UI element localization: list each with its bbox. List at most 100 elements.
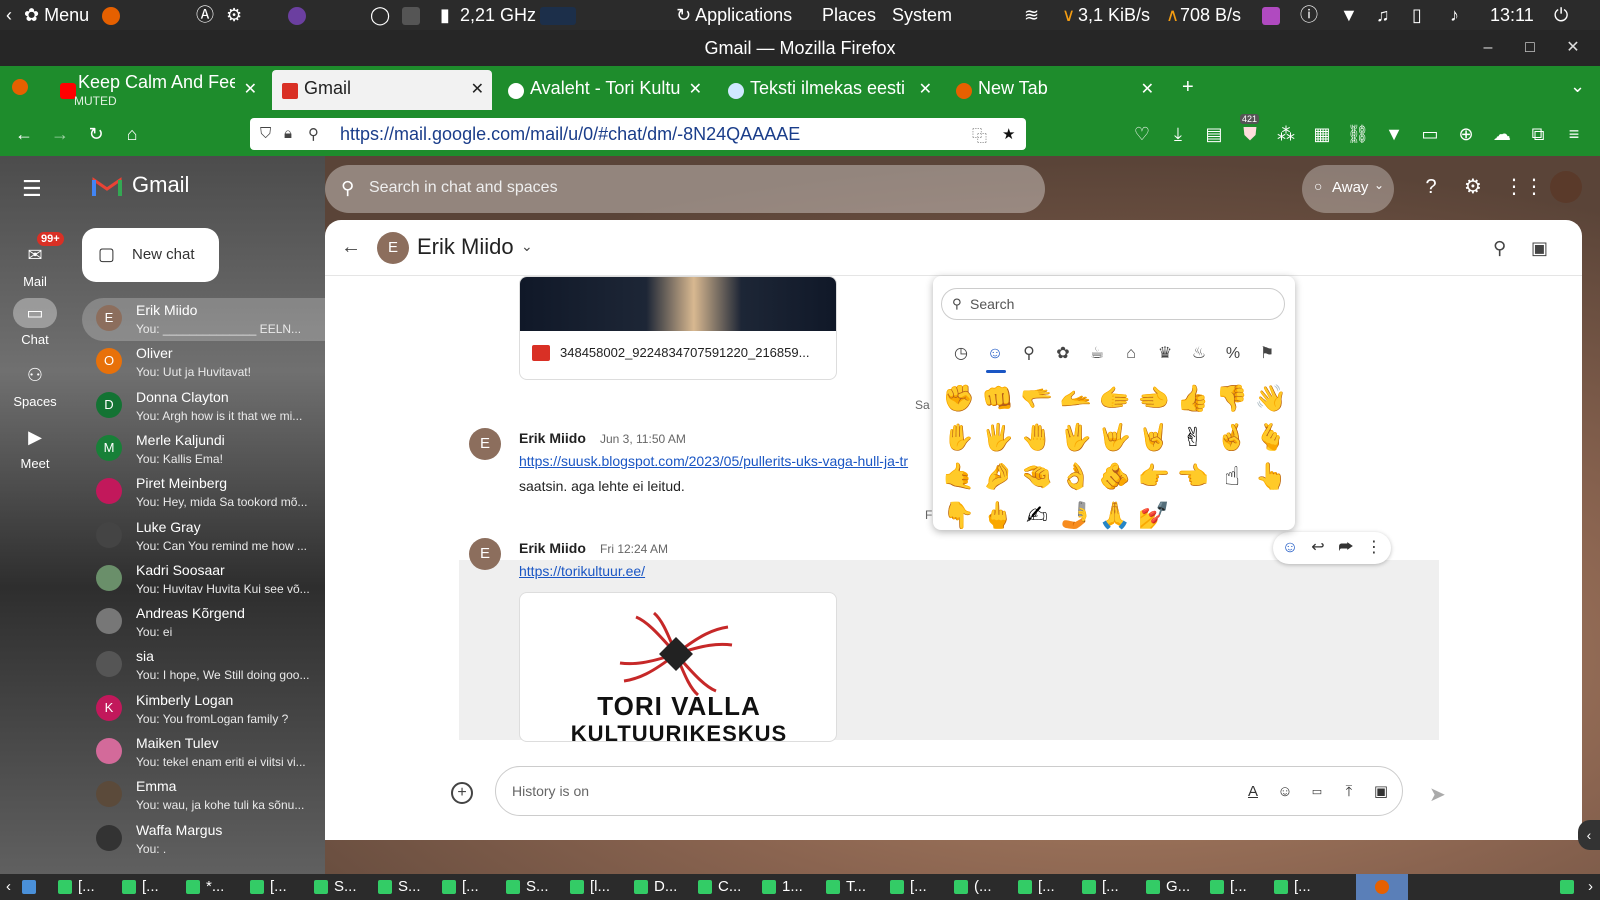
emoji-icon[interactable]: ☺: [1274, 781, 1296, 803]
calendar-icon[interactable]: ▦: [1310, 122, 1334, 146]
translate-icon[interactable]: ⿻: [972, 125, 987, 146]
conversation-item[interactable]: Waffa Margus You: .: [82, 818, 326, 861]
tab-gmail[interactable]: Gmail ✕: [272, 70, 492, 110]
new-tab-plus-icon[interactable]: +: [1182, 76, 1194, 99]
taskbar-window-item[interactable]: (...: [954, 874, 992, 900]
list-tabs-chevron-icon[interactable]: ⌄: [1570, 76, 1585, 97]
emoji-option[interactable]: 👆: [1253, 458, 1289, 494]
taskbar-window-item[interactable]: S...: [378, 874, 421, 900]
emoji-option[interactable]: ✍: [1019, 497, 1055, 533]
emoji-option[interactable]: 🫴: [1058, 380, 1094, 416]
taskbar-window-item[interactable]: [...: [1274, 874, 1311, 900]
back-arrow-icon[interactable]: ←: [12, 122, 36, 146]
conversation-item[interactable]: Kadri Soosaar You: Huvitav Huvita Kui see…: [82, 558, 326, 601]
close-tab-icon[interactable]: ✕: [689, 79, 702, 99]
conversation-item[interactable]: Maiken Tulev You: tekel enam eriti ei vii…: [82, 731, 326, 774]
side-panel-toggle-icon[interactable]: ‹: [1578, 820, 1600, 850]
person-icon[interactable]: ⚲: [1017, 342, 1041, 366]
emoji-option[interactable]: 👊: [980, 380, 1016, 416]
network-icon[interactable]: ▼: [1340, 0, 1358, 30]
taskbar-window-item[interactable]: [...: [890, 874, 927, 900]
taskbar-window-item[interactable]: [...: [250, 874, 287, 900]
taskbar-window-item[interactable]: 1...: [762, 874, 803, 900]
conversation-item[interactable]: M Merle Kaljundi You: Kallis Ema!: [82, 428, 326, 471]
contact-name[interactable]: Erik Miido: [417, 234, 514, 260]
conversation-item[interactable]: D Donna Clayton You: Argh how is it that w…: [82, 385, 326, 428]
show-desktop-icon[interactable]: [22, 874, 42, 900]
notification-bell-icon[interactable]: ♫: [1376, 0, 1390, 30]
battery-icon[interactable]: ▯: [1412, 0, 1422, 30]
upload-icon[interactable]: ⤒: [1338, 781, 1360, 803]
flag-icon[interactable]: ⚑: [1255, 342, 1279, 366]
terminal-icon[interactable]: [402, 0, 420, 30]
taskbar-firefox-active[interactable]: [1356, 874, 1408, 900]
pocket-icon[interactable]: ♡: [1130, 122, 1154, 146]
maximize-icon[interactable]: □: [1520, 38, 1540, 58]
apps-grid-icon[interactable]: ⋮⋮: [1504, 174, 1544, 200]
settings-gear-icon[interactable]: ⚙: [1460, 174, 1486, 200]
rail-spaces[interactable]: ⚇ Spaces: [5, 360, 65, 409]
link-preview-card[interactable]: TORI VALLA KULTUURIKESKUS: [519, 592, 837, 742]
search-icon[interactable]: ⚲: [1493, 238, 1506, 259]
emoji-option[interactable]: 🤙: [941, 458, 977, 494]
emoji-option[interactable]: ☝: [1214, 458, 1250, 494]
app-menu-icon[interactable]: ≡: [1562, 122, 1586, 146]
cloud-icon[interactable]: ☁: [1490, 122, 1514, 146]
emoji-option[interactable]: 🖖: [1058, 419, 1094, 455]
firefox-launcher-icon[interactable]: [102, 0, 120, 30]
close-tab-icon[interactable]: ✕: [1141, 79, 1154, 99]
add-attachment-icon[interactable]: +: [451, 782, 473, 804]
emoji-option[interactable]: 💅: [1136, 497, 1172, 533]
food-icon[interactable]: ☕: [1085, 342, 1109, 366]
close-window-icon[interactable]: ✕: [1563, 38, 1583, 58]
info-icon[interactable]: ⓘ: [1300, 0, 1318, 30]
taskbar-window-item[interactable]: S...: [314, 874, 357, 900]
taskbar-window-item[interactable]: *...: [186, 874, 224, 900]
message-avatar[interactable]: E: [469, 428, 501, 460]
rail-chat[interactable]: ▭ Chat: [5, 298, 65, 347]
home-icon[interactable]: ⌂: [120, 122, 144, 146]
taskbar-window-item[interactable]: [l...: [570, 874, 610, 900]
lock-icon[interactable]: 🔒︎: [284, 125, 292, 142]
message-link[interactable]: https://torikultuur.ee/: [519, 563, 645, 579]
video-attachment-card[interactable]: 348458002_9224834707591220_216859...: [519, 276, 837, 380]
filter-icon[interactable]: ▼: [1382, 122, 1406, 146]
chevron-down-icon[interactable]: ⌄: [521, 238, 533, 255]
emoji-option[interactable]: 👍: [1175, 380, 1211, 416]
more-options-icon[interactable]: ⋮: [1363, 537, 1385, 559]
clock[interactable]: 13:11: [1490, 0, 1534, 30]
conversation-item[interactable]: K Kimberly Logan You: You fromLogan family…: [82, 688, 326, 731]
taskbar-right-arrow[interactable]: ›: [1588, 874, 1593, 900]
emoji-option[interactable]: 🤏: [1019, 458, 1055, 494]
close-tab-icon[interactable]: ✕: [244, 79, 257, 99]
places-menu[interactable]: Places: [822, 0, 876, 30]
extension-2-icon[interactable]: ⁂: [1274, 122, 1298, 146]
close-tab-icon[interactable]: ✕: [471, 79, 484, 99]
emoji-option[interactable]: 🫲: [1136, 380, 1172, 416]
taskbar-window-item[interactable]: [...: [122, 874, 159, 900]
message-input[interactable]: History is on A ☺ ▭ ⤒ ▣: [495, 766, 1403, 816]
reply-icon[interactable]: ↩: [1307, 537, 1329, 559]
emoji-option[interactable]: 🤟: [1097, 419, 1133, 455]
emoji-option[interactable]: 🙏: [1097, 497, 1133, 533]
tab-new-tab[interactable]: New Tab ✕: [946, 70, 1162, 110]
symbol-icon[interactable]: %: [1221, 342, 1245, 366]
panel-left-arrow[interactable]: ‹: [6, 0, 12, 30]
gif-icon[interactable]: ▭: [1306, 781, 1328, 803]
emoji-option[interactable]: 👈: [1175, 458, 1211, 494]
video-thumbnail[interactable]: [520, 277, 836, 331]
add-reaction-icon[interactable]: ☺: [1279, 537, 1301, 559]
back-arrow-icon[interactable]: ←: [341, 236, 361, 259]
tab-youtube[interactable]: Keep Calm And Feel MUTED ✕: [50, 70, 265, 110]
settings-cog-icon[interactable]: ⚙: [226, 0, 242, 30]
ublock-icon[interactable]: ⛊: [1238, 122, 1262, 146]
conversation-item[interactable]: Luke Gray You: Can You remind me how ...: [82, 515, 326, 558]
id-icon[interactable]: ▭: [1418, 122, 1442, 146]
rail-meet[interactable]: ▶ Meet: [5, 422, 65, 471]
message-link[interactable]: https://suusk.blogspot.com/2023/05/pulle…: [519, 453, 908, 469]
emoji-option[interactable]: 👌: [1058, 458, 1094, 494]
conversation-item[interactable]: Andreas Kõrgend You: ei: [82, 601, 326, 644]
extensions-puzzle-icon[interactable]: ⧉: [1526, 122, 1550, 146]
conversation-item[interactable]: E Erik Miido You: ______________ EELN...: [82, 298, 326, 341]
power-icon[interactable]: ⏻: [1554, 0, 1568, 30]
